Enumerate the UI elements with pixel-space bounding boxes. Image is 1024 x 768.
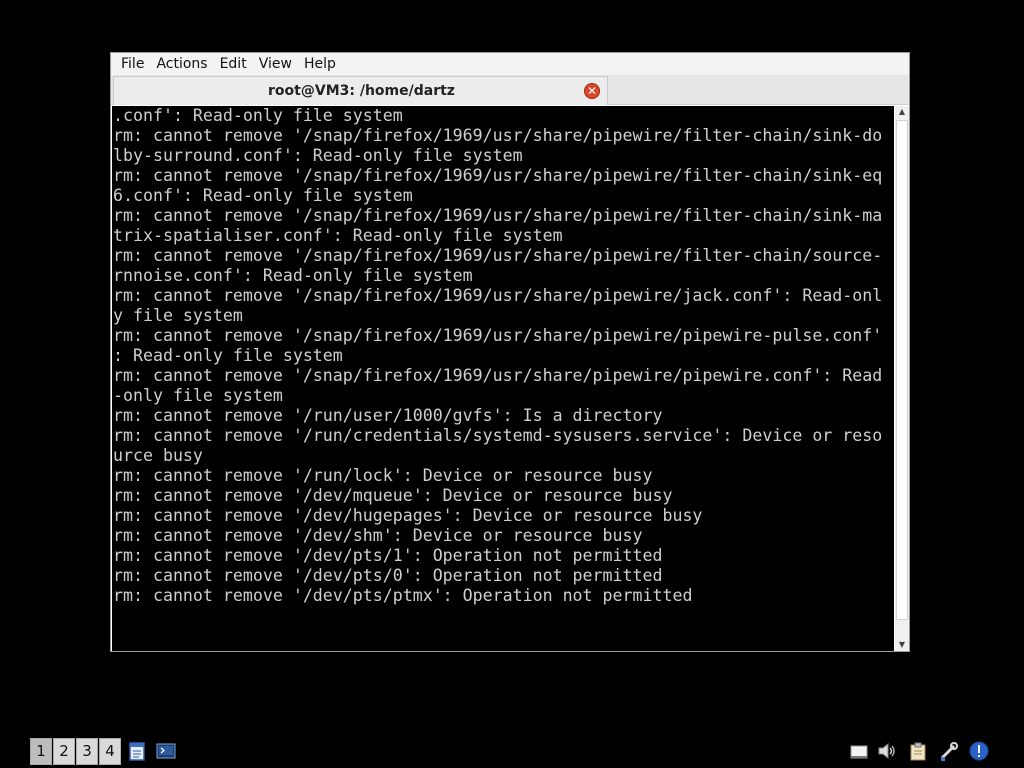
terminal-line: .conf': Read-only file system [113, 106, 403, 125]
terminal-line: rm: cannot remove '/dev/pts/ptmx': Opera… [113, 586, 693, 605]
tab-title: root@VM3: /home/dartz [268, 83, 455, 99]
terminal-tab[interactable]: root@VM3: /home/dartz ✕ [113, 76, 608, 105]
terminal-line: rm: cannot remove '/snap/firefox/1969/us… [113, 246, 883, 265]
desktop-4-button[interactable]: 4 [99, 738, 121, 765]
tab-bar: root@VM3: /home/dartz ✕ [111, 75, 909, 105]
menu-actions[interactable]: Actions [150, 56, 213, 72]
terminal-line: rm: cannot remove '/snap/firefox/1969/us… [113, 326, 883, 345]
desktop-3-button[interactable]: 3 [76, 738, 98, 765]
terminal-line: -only file system [113, 386, 283, 405]
vertical-scrollbar[interactable]: ▲ ▼ [895, 106, 909, 651]
desktop-2-button[interactable]: 2 [53, 738, 75, 765]
taskbar: 1 2 3 4 [0, 736, 1024, 768]
clipboard-icon[interactable] [907, 740, 929, 762]
terminal-window: File Actions Edit View Help root@VM3: /h… [110, 52, 910, 652]
network-settings-icon[interactable] [938, 740, 960, 762]
update-info-icon[interactable] [968, 740, 990, 762]
terminal-lines: .conf': Read-only file system rm: cannot … [113, 106, 882, 606]
terminal-line: 6.conf': Read-only file system [113, 186, 413, 205]
terminal-line: y file system [113, 306, 243, 325]
terminal-line: rm: cannot remove '/dev/mqueue': Device … [113, 486, 673, 505]
terminal-line: rm: cannot remove '/dev/pts/0': Operatio… [113, 566, 663, 585]
menu-help[interactable]: Help [298, 56, 342, 72]
terminal-line: rm: cannot remove '/dev/pts/1': Operatio… [113, 546, 663, 565]
terminal-line: rm: cannot remove '/run/lock': Device or… [113, 466, 653, 485]
terminal-line: rm: cannot remove '/dev/shm': Device or … [113, 526, 643, 545]
volume-icon[interactable] [876, 740, 898, 762]
terminal-line: rm: cannot remove '/snap/firefox/1969/us… [113, 366, 883, 385]
screen-icon[interactable] [848, 740, 870, 762]
terminal-line: lby-surround.conf': Read-only file syste… [113, 146, 523, 165]
terminal-line: rm: cannot remove '/snap/firefox/1969/us… [113, 206, 883, 225]
close-tab-icon[interactable]: ✕ [584, 83, 600, 99]
terminal-line: rm: cannot remove '/dev/hugepages': Devi… [113, 506, 703, 525]
scroll-up-icon[interactable]: ▲ [895, 106, 909, 118]
terminal-line: : Read-only file system [113, 346, 343, 365]
desktop-1-button[interactable]: 1 [30, 738, 52, 765]
menu-bar: File Actions Edit View Help [111, 53, 909, 75]
terminal-line: urce busy [113, 446, 203, 465]
terminal-output[interactable]: .conf': Read-only file system rm: cannot … [112, 106, 894, 651]
terminal-line: rm: cannot remove '/snap/firefox/1969/us… [113, 166, 883, 185]
menu-view[interactable]: View [253, 56, 298, 72]
scroll-down-icon[interactable]: ▼ [895, 639, 909, 651]
terminal-line: rnnoise.conf': Read-only file system [113, 266, 473, 285]
scrollbar-thumb[interactable] [896, 120, 908, 620]
terminal-icon[interactable] [155, 740, 177, 762]
menu-edit[interactable]: Edit [214, 56, 253, 72]
terminal-line: trix-spatialiser.conf': Read-only file s… [113, 226, 563, 245]
terminal-line: rm: cannot remove '/snap/firefox/1969/us… [113, 286, 883, 305]
terminal-line: rm: cannot remove '/run/user/1000/gvfs':… [113, 406, 663, 425]
menu-file[interactable]: File [115, 56, 150, 72]
terminal-line: rm: cannot remove '/snap/firefox/1969/us… [113, 126, 883, 145]
file-manager-icon[interactable] [126, 740, 148, 762]
terminal-line: rm: cannot remove '/run/credentials/syst… [113, 426, 883, 445]
